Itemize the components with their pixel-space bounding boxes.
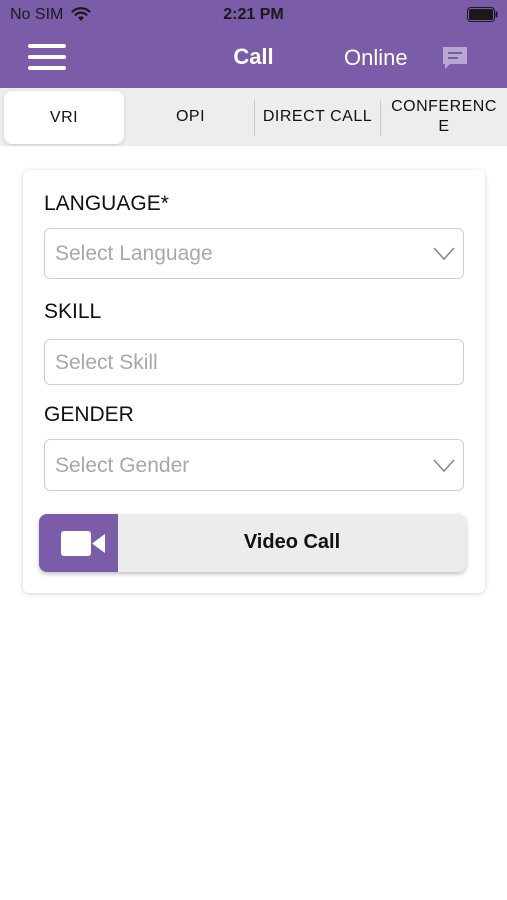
tab-direct-call[interactable]: DIRECT CALL bbox=[255, 88, 380, 146]
skill-placeholder: Select Skill bbox=[55, 351, 158, 374]
skill-label: SKILL bbox=[44, 300, 102, 323]
battery-icon bbox=[467, 7, 498, 22]
language-placeholder: Select Language bbox=[55, 242, 213, 265]
gender-placeholder: Select Gender bbox=[55, 454, 190, 477]
language-select[interactable]: Select Language bbox=[44, 228, 464, 279]
chat-icon[interactable] bbox=[441, 45, 469, 71]
tab-label: VRI bbox=[49, 108, 79, 126]
tab-divider bbox=[254, 100, 255, 136]
video-call-button[interactable]: Video Call bbox=[39, 514, 466, 572]
online-status-toggle[interactable]: Online bbox=[344, 45, 408, 71]
tab-conference[interactable]: CONFERENC E bbox=[381, 88, 507, 146]
tab-label: OPI bbox=[175, 108, 206, 125]
call-request-form: LANGUAGE* Select Language SKILL Select S… bbox=[23, 170, 485, 593]
video-call-icon-box bbox=[39, 514, 118, 572]
app-header: No SIM 2:21 PM Call Online bbox=[0, 0, 507, 88]
skill-select[interactable]: Select Skill bbox=[44, 339, 464, 385]
language-label: LANGUAGE* bbox=[44, 192, 169, 215]
chevron-down-icon bbox=[433, 459, 455, 473]
video-call-label: Video Call bbox=[243, 531, 341, 553]
status-time: 2:21 PM bbox=[223, 6, 284, 23]
gender-select[interactable]: Select Gender bbox=[44, 439, 464, 491]
video-camera-icon bbox=[61, 531, 105, 556]
tab-label: CONFERENC E bbox=[391, 98, 497, 135]
chevron-down-icon bbox=[433, 247, 455, 261]
tab-vri[interactable]: VRI bbox=[4, 91, 124, 144]
tab-label: DIRECT CALL bbox=[262, 108, 373, 125]
status-bar: No SIM 2:21 PM bbox=[0, 0, 507, 30]
tab-opi[interactable]: OPI bbox=[127, 88, 254, 146]
page-title: Call bbox=[233, 44, 274, 69]
tab-divider bbox=[380, 100, 381, 136]
gender-label: GENDER bbox=[44, 403, 134, 426]
